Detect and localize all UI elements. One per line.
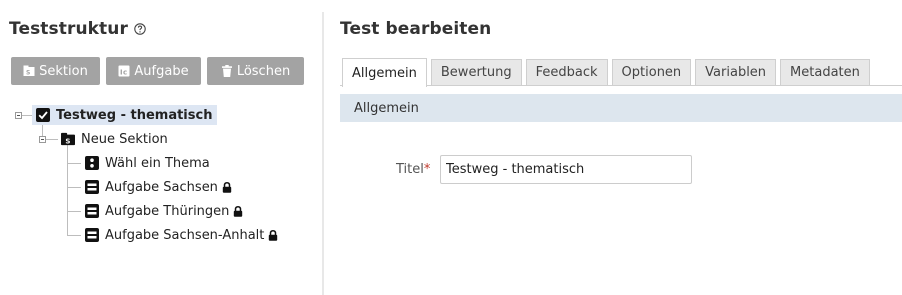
- add-section-button[interactable]: S Sektion: [11, 57, 100, 85]
- svg-text:S: S: [26, 70, 30, 77]
- editor-tabs: Allgemein Bewertung Feedback Optionen Va…: [342, 58, 874, 87]
- svg-text:S: S: [65, 137, 70, 145]
- tree-node-item-label: Aufgabe Thüringen: [105, 203, 230, 219]
- required-marker: *: [423, 162, 431, 177]
- tree-line: [67, 187, 81, 188]
- delete-button[interactable]: Löschen: [207, 57, 304, 85]
- tree-node-item[interactable]: Wähl ein Thema: [85, 153, 210, 173]
- title-label-text: Titel: [396, 162, 424, 177]
- add-section-label: Sektion: [39, 63, 88, 79]
- choice-item-icon: [85, 156, 99, 170]
- tree-node-item[interactable]: Aufgabe Sachsen-Anhalt: [85, 225, 278, 245]
- panel-title-text: Teststruktur: [9, 19, 128, 39]
- lock-icon: [269, 229, 278, 241]
- section-folder-icon: S: [61, 132, 75, 145]
- tab-scoring[interactable]: Bewertung: [430, 59, 522, 85]
- title-input[interactable]: [440, 155, 692, 184]
- tree-node-item-label: Wähl ein Thema: [105, 155, 210, 171]
- tree-line: [67, 163, 81, 164]
- add-task-button[interactable]: I c Aufgabe: [106, 57, 201, 85]
- tree-node-root[interactable]: Testweg - thematisch: [32, 105, 218, 125]
- delete-label: Löschen: [236, 63, 291, 79]
- svg-text:c: c: [123, 69, 127, 77]
- tree-line: [46, 139, 58, 140]
- tree-node-section-label: Neue Sektion: [81, 131, 168, 147]
- section-header: Allgemein: [340, 94, 902, 122]
- text-item-icon: [85, 204, 99, 218]
- collapse-toggle[interactable]: [15, 112, 22, 119]
- editor-title: Test bearbeiten: [340, 19, 492, 39]
- tree-line: [67, 235, 81, 236]
- tree-node-root-label: Testweg - thematisch: [56, 107, 213, 123]
- tree-node-item-label: Aufgabe Sachsen: [105, 179, 218, 195]
- panel-title: Teststruktur: [9, 19, 146, 39]
- tree-node-item-label: Aufgabe Sachsen-Anhalt: [105, 227, 265, 243]
- structure-toolbar: S Sektion I c Aufgabe Löschen: [11, 57, 304, 85]
- tree-node-item[interactable]: Aufgabe Sachsen: [85, 177, 232, 197]
- structure-tree: Testweg - thematisch S Neue Sektion Wähl…: [0, 100, 322, 250]
- tree-node-section[interactable]: S Neue Sektion: [61, 129, 168, 149]
- tree-line: [67, 145, 68, 236]
- text-item-icon: [85, 180, 99, 194]
- trash-icon: [221, 65, 232, 77]
- test-editor-panel: Test bearbeiten Allgemein Bewertung Feed…: [340, 0, 902, 295]
- tab-metadata[interactable]: Metadaten: [780, 59, 870, 85]
- add-task-icon: I c: [118, 65, 130, 77]
- tab-options[interactable]: Optionen: [611, 59, 692, 85]
- collapse-toggle[interactable]: [39, 136, 46, 143]
- help-icon[interactable]: [134, 23, 146, 35]
- lock-icon: [234, 205, 243, 217]
- add-section-icon: S: [23, 65, 35, 77]
- title-field-label: Titel*: [396, 162, 430, 177]
- tree-line: [67, 211, 81, 212]
- add-task-label: Aufgabe: [134, 63, 189, 79]
- panel-divider: [322, 12, 324, 295]
- lock-icon: [222, 181, 232, 193]
- tree-node-item[interactable]: Aufgabe Thüringen: [85, 201, 243, 221]
- test-checkbox-icon: [36, 108, 50, 122]
- tab-variables[interactable]: Variablen: [695, 59, 777, 85]
- tab-general[interactable]: Allgemein: [342, 58, 427, 87]
- test-structure-panel: Teststruktur S Sektion I c Aufgabe Lösch…: [0, 0, 322, 295]
- text-item-icon: [85, 228, 99, 242]
- tab-feedback[interactable]: Feedback: [525, 59, 608, 85]
